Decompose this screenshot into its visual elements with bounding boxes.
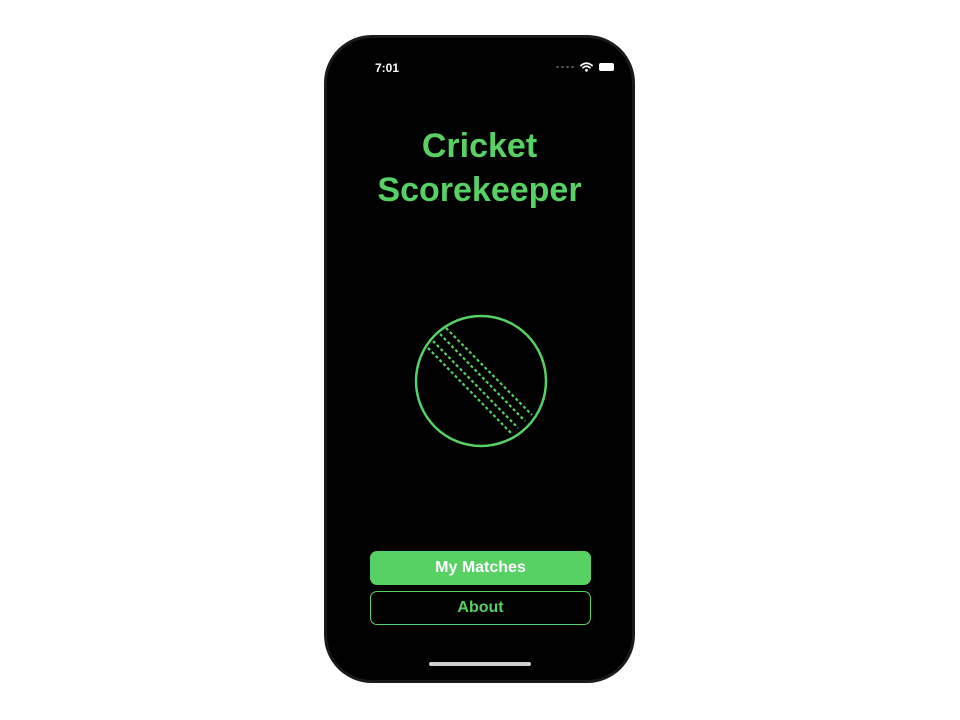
my-matches-button[interactable]: My Matches bbox=[370, 551, 591, 585]
app-screen: 7:01 Cricket Scorekeeper My Matches Abou… bbox=[327, 38, 632, 680]
battery-icon bbox=[599, 63, 614, 71]
wifi-icon bbox=[580, 62, 593, 72]
app-title-line1: Cricket bbox=[421, 127, 538, 165]
about-button[interactable]: About bbox=[370, 591, 591, 625]
status-icons bbox=[556, 62, 614, 72]
cricket-ball-icon bbox=[414, 314, 548, 448]
phone-frame: 7:01 Cricket Scorekeeper My Matches Abou… bbox=[324, 35, 635, 683]
cellular-signal-icon bbox=[556, 66, 574, 68]
status-bar: 7:01 bbox=[327, 38, 632, 88]
home-indicator[interactable] bbox=[429, 662, 531, 666]
status-time: 7:01 bbox=[375, 61, 400, 75]
app-title: Cricket Scorekeeper bbox=[327, 124, 632, 212]
app-title-line2: Scorekeeper bbox=[377, 171, 582, 209]
